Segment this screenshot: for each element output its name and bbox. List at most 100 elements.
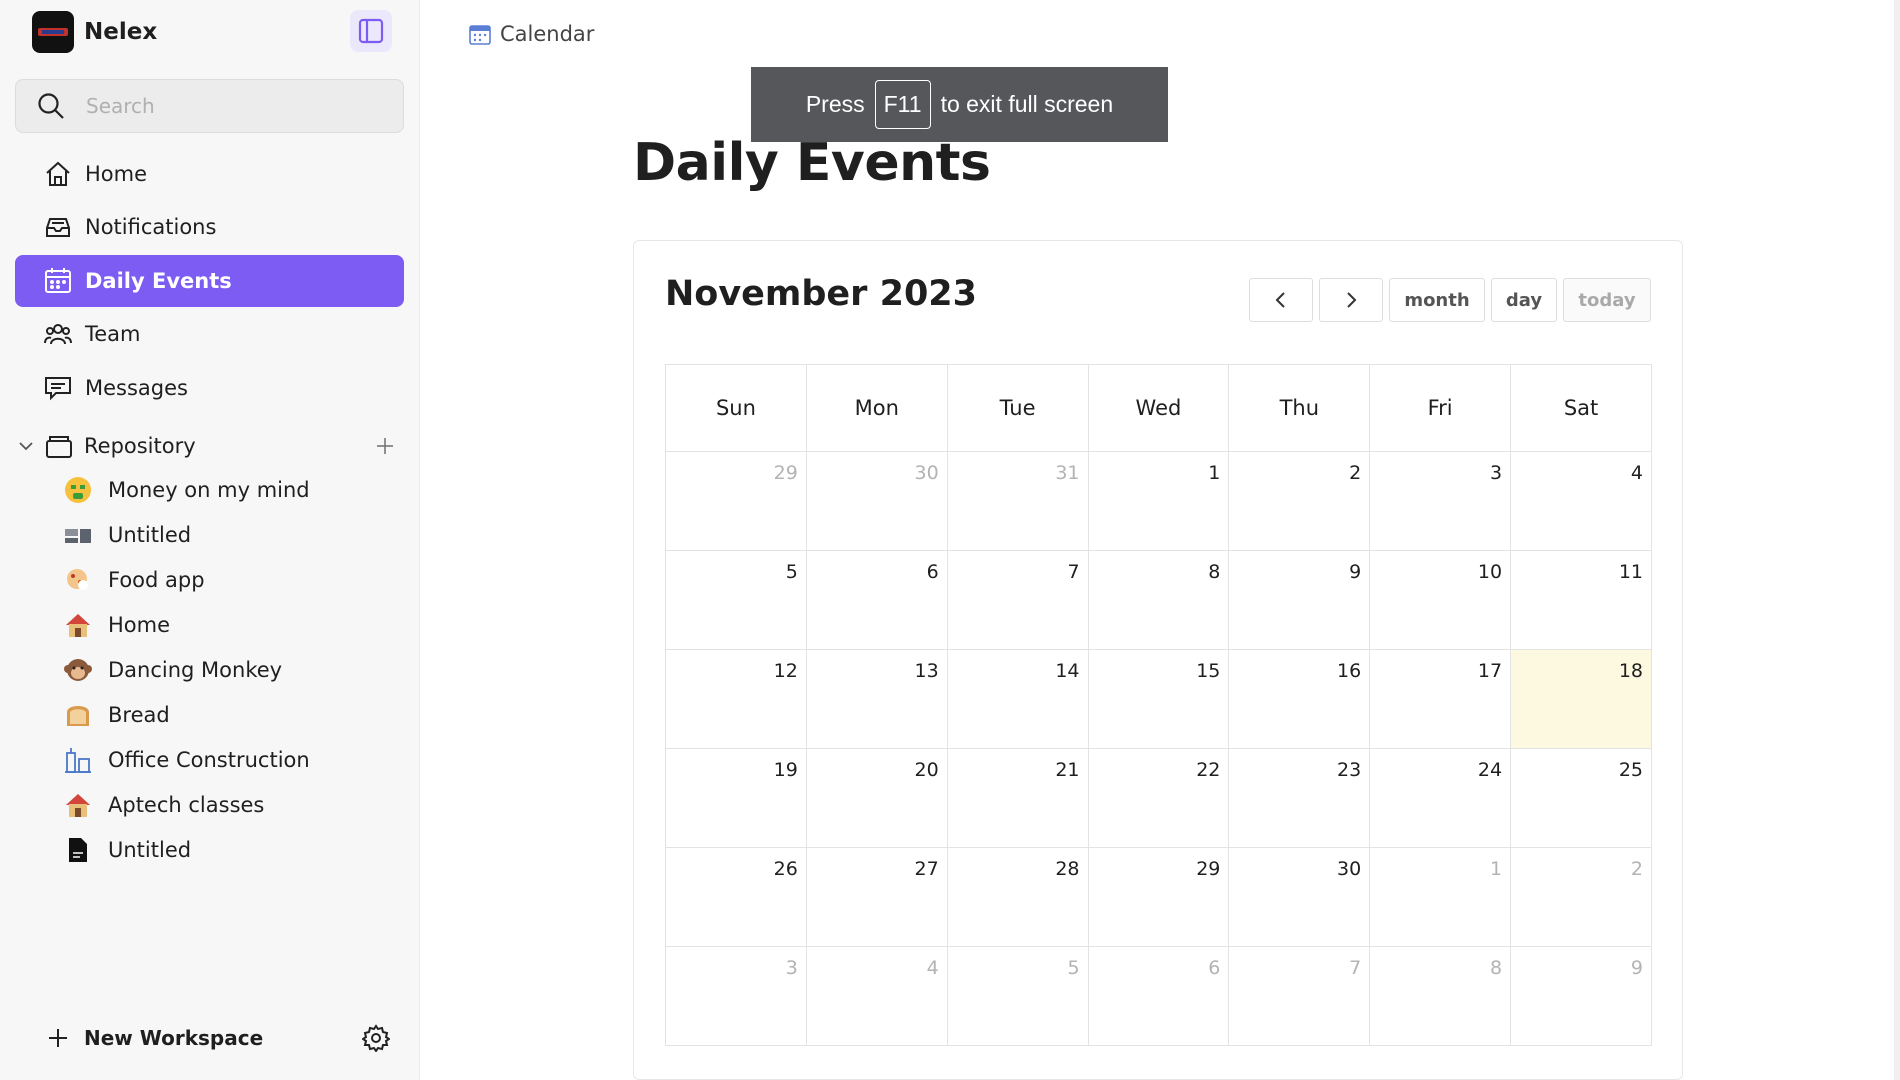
day-cell[interactable]: 19 bbox=[665, 748, 807, 848]
home-icon bbox=[46, 161, 70, 186]
day-cell[interactable]: 13 bbox=[805, 649, 948, 749]
sidebar-toggle-icon bbox=[358, 18, 384, 44]
blocks-icon bbox=[62, 519, 94, 551]
day-cell[interactable]: 2 bbox=[1510, 847, 1652, 947]
day-cell[interactable]: 15 bbox=[1087, 649, 1230, 749]
page-item[interactable]: Office Construction bbox=[62, 740, 310, 780]
sidebar-toggle-button[interactable] bbox=[350, 10, 392, 52]
workspace-logo bbox=[32, 11, 74, 53]
nav-label: Home bbox=[85, 162, 148, 186]
page-item[interactable]: Bread bbox=[62, 695, 170, 735]
day-cell[interactable]: 14 bbox=[946, 649, 1089, 749]
day-cell[interactable]: 1 bbox=[1087, 451, 1230, 551]
day-cell[interactable]: 10 bbox=[1369, 550, 1512, 650]
workspace-header[interactable]: Nelex bbox=[32, 10, 157, 54]
weekday-header: Fri bbox=[1369, 364, 1512, 452]
day-cell[interactable]: 1 bbox=[1369, 847, 1512, 947]
day-cell[interactable]: 17 bbox=[1369, 649, 1512, 749]
new-workspace-button[interactable]: New Workspace bbox=[46, 1018, 392, 1058]
day-cell[interactable]: 5 bbox=[665, 550, 807, 650]
calendar-icon bbox=[45, 268, 71, 293]
day-cell[interactable]: 4 bbox=[1510, 451, 1652, 551]
next-month-button[interactable] bbox=[1319, 278, 1383, 322]
house-icon bbox=[62, 789, 94, 821]
nav-label: Team bbox=[85, 322, 141, 346]
day-cell[interactable]: 30 bbox=[1228, 847, 1371, 947]
day-cell[interactable]: 29 bbox=[1087, 847, 1230, 947]
day-cell[interactable]: 3 bbox=[1369, 451, 1512, 551]
breadcrumb[interactable]: Calendar bbox=[468, 18, 594, 50]
page-item[interactable]: Aptech classes bbox=[62, 785, 264, 825]
day-cell[interactable]: 8 bbox=[1087, 550, 1230, 650]
page-item[interactable]: Dancing Monkey bbox=[62, 650, 282, 690]
nav-label: Daily Events bbox=[85, 269, 232, 293]
page-item[interactable]: Untitled bbox=[62, 830, 191, 870]
day-cell[interactable]: 9 bbox=[1228, 550, 1371, 650]
nav-item-home[interactable]: Home bbox=[15, 148, 404, 200]
day-cell[interactable]: 24 bbox=[1369, 748, 1512, 848]
day-cell[interactable]: 6 bbox=[1087, 946, 1230, 1046]
weekday-header-row: Sun Mon Tue Wed Thu Fri Sat bbox=[665, 364, 1652, 452]
page-label: Bread bbox=[108, 703, 170, 727]
repository-section[interactable]: Repository bbox=[18, 425, 398, 467]
plus-icon bbox=[49, 1029, 67, 1047]
month-view-button[interactable]: month bbox=[1389, 278, 1485, 322]
day-cell[interactable]: 4 bbox=[805, 946, 948, 1046]
nav-item-team[interactable]: Team bbox=[15, 308, 404, 360]
calendar-icon bbox=[469, 25, 491, 45]
day-cell[interactable]: 29 bbox=[665, 451, 807, 551]
page-item[interactable]: Food app bbox=[62, 560, 205, 600]
page-label: Untitled bbox=[108, 523, 192, 547]
day-cell[interactable]: 7 bbox=[946, 550, 1089, 650]
nav-item-daily-events[interactable]: Daily Events bbox=[15, 255, 404, 307]
bread-icon bbox=[62, 699, 94, 731]
day-cell[interactable]: 25 bbox=[1510, 748, 1652, 848]
day-cell[interactable]: 26 bbox=[665, 847, 807, 947]
calendar: November 2023 month day today Sun Mon Tu… bbox=[633, 240, 1683, 1080]
toast-suffix: to exit full screen bbox=[940, 91, 1114, 117]
day-cell[interactable]: 28 bbox=[946, 847, 1089, 947]
day-cell[interactable]: 16 bbox=[1228, 649, 1371, 749]
day-cell[interactable]: 22 bbox=[1087, 748, 1230, 848]
today-button[interactable]: today bbox=[1563, 278, 1651, 322]
nav-item-messages[interactable]: Messages bbox=[15, 362, 404, 414]
document-icon bbox=[62, 834, 94, 866]
day-cell[interactable]: 12 bbox=[665, 649, 807, 749]
day-cell[interactable]: 9 bbox=[1510, 946, 1652, 1046]
repository-label: Repository bbox=[84, 434, 196, 458]
prev-month-button[interactable] bbox=[1249, 278, 1313, 322]
add-page-button[interactable] bbox=[372, 433, 398, 459]
search-box[interactable] bbox=[15, 79, 404, 133]
weekday-header: Mon bbox=[805, 364, 948, 452]
page-item[interactable]: Money on my mind bbox=[62, 470, 310, 510]
nav-item-notifications[interactable]: Notifications bbox=[15, 201, 404, 253]
chevron-left-icon bbox=[1275, 292, 1285, 308]
day-cell[interactable]: 27 bbox=[805, 847, 948, 947]
page-item[interactable]: Home bbox=[62, 605, 170, 645]
weekday-header: Sun bbox=[665, 364, 807, 452]
day-cell[interactable]: 5 bbox=[946, 946, 1089, 1046]
day-cell[interactable]: 3 bbox=[665, 946, 807, 1046]
day-cell[interactable]: 30 bbox=[805, 451, 948, 551]
building-icon bbox=[62, 744, 94, 776]
day-cell[interactable]: 6 bbox=[805, 550, 948, 650]
day-cell[interactable]: 21 bbox=[946, 748, 1089, 848]
search-input[interactable] bbox=[86, 94, 366, 118]
week-row: 3 4 5 6 7 8 9 bbox=[665, 946, 1652, 1046]
scrollbar[interactable] bbox=[1894, 0, 1900, 1080]
day-cell[interactable]: 8 bbox=[1369, 946, 1512, 1046]
page-label: Aptech classes bbox=[108, 793, 265, 817]
page-item[interactable]: Untitled bbox=[62, 515, 191, 555]
day-view-button[interactable]: day bbox=[1491, 278, 1557, 322]
page-title: Daily Events bbox=[633, 133, 991, 193]
page-label: Untitled bbox=[108, 838, 192, 862]
day-cell[interactable]: 31 bbox=[946, 451, 1089, 551]
day-cell[interactable]: 20 bbox=[805, 748, 948, 848]
day-cell[interactable]: 2 bbox=[1228, 451, 1371, 551]
day-cell[interactable]: 23 bbox=[1228, 748, 1371, 848]
day-cell-today[interactable]: 18 bbox=[1510, 649, 1652, 749]
day-cell[interactable]: 7 bbox=[1228, 946, 1371, 1046]
day-cell[interactable]: 11 bbox=[1510, 550, 1652, 650]
settings-button[interactable] bbox=[360, 1022, 392, 1054]
week-row: 12 13 14 15 16 17 18 bbox=[665, 649, 1652, 749]
